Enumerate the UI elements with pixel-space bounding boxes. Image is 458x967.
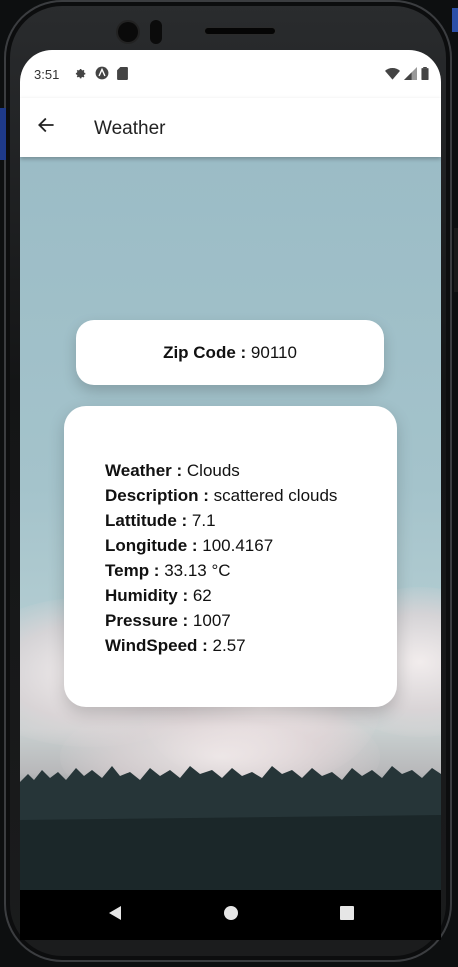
screen: 3:51 Weather Zip Code: 90110 Weather: … [20, 50, 441, 940]
temp-row: Temp : 33.13 °C [105, 558, 337, 583]
nav-back-button[interactable] [107, 905, 123, 926]
back-button[interactable] [34, 115, 58, 139]
status-icons-right [385, 67, 429, 85]
pressure-row: Pressure : 1007 [105, 608, 337, 633]
windspeed-row: WindSpeed : 2.57 [105, 633, 337, 658]
forest-silhouette [20, 766, 441, 890]
weather-info-card: Weather : Clouds Description : scattered… [64, 406, 397, 707]
weather-value: Clouds [186, 461, 240, 480]
humidity-row: Humidity : 62 [105, 583, 337, 608]
description-row: Description : scattered clouds [105, 483, 337, 508]
description-label: Description : [105, 486, 209, 505]
side-button-right-2 [454, 228, 458, 292]
recents-square-icon [339, 905, 355, 926]
home-circle-icon [223, 905, 239, 926]
sd-card-icon [117, 66, 128, 85]
system-nav-bar [20, 890, 441, 940]
temp-value: 33.13 °C [164, 561, 231, 580]
status-icons-left [74, 66, 128, 85]
signal-icon [404, 67, 417, 85]
proximity-sensor [150, 20, 162, 44]
humidity-label: Humidity : [105, 586, 189, 605]
weather-row: Weather : Clouds [105, 458, 337, 483]
side-button-right [452, 8, 458, 32]
humidity-value: 62 [192, 586, 212, 605]
longitude-value: 100.4167 [202, 536, 274, 555]
pressure-value: 1007 [192, 611, 231, 630]
gear-icon [74, 67, 87, 85]
wifi-icon [385, 67, 400, 85]
temp-label: Temp : [105, 561, 160, 580]
app-bar: Weather [20, 98, 441, 157]
windspeed-label: WindSpeed : [105, 636, 208, 655]
latitude-label: Lattitude : [105, 511, 188, 530]
longitude-label: Longitude : [105, 536, 198, 555]
battery-icon [421, 67, 429, 85]
back-triangle-icon [107, 905, 123, 926]
page-title: Weather [94, 118, 166, 139]
latitude-value: 7.1 [191, 511, 216, 530]
description-value: scattered clouds [213, 486, 338, 505]
zip-code-value: 90110 [250, 342, 297, 362]
a-circle-icon [95, 66, 109, 85]
zip-code-card: Zip Code : 90110 [76, 320, 384, 385]
pressure-label: Pressure : [105, 611, 189, 630]
zip-code-label: Zip Code : [163, 342, 247, 362]
status-bar: 3:51 [20, 50, 441, 98]
nav-home-button[interactable] [223, 905, 239, 926]
earpiece-speaker [205, 28, 275, 34]
latitude-row: Lattitude : 7.1 [105, 508, 337, 533]
weather-label: Weather : [105, 461, 183, 480]
longitude-row: Longitude : 100.4167 [105, 533, 337, 558]
front-camera [118, 22, 138, 42]
windspeed-value: 2.57 [212, 636, 246, 655]
arrow-left-icon [36, 115, 56, 140]
status-time: 3:51 [34, 67, 60, 82]
nav-recents-button[interactable] [339, 905, 355, 926]
side-button-left [0, 108, 6, 160]
weather-info-list: Weather : Clouds Description : scattered… [105, 458, 337, 658]
